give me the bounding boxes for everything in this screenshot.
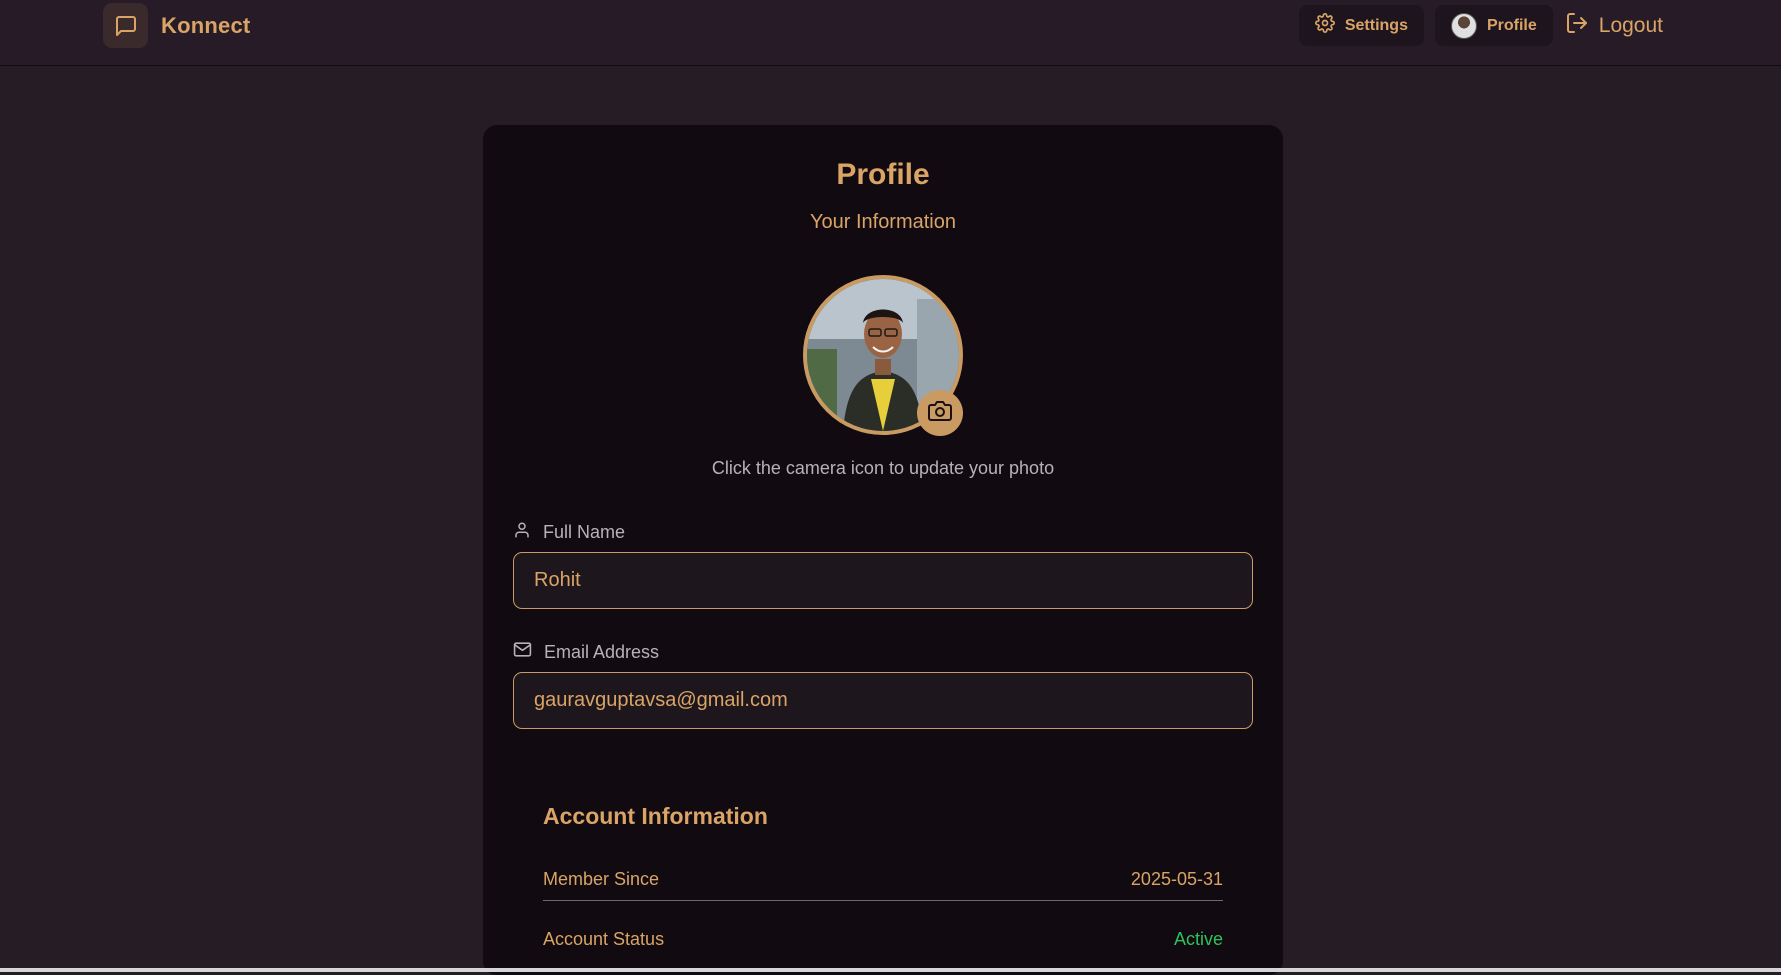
page-subtitle: Your Information (809, 211, 956, 233)
logout-icon (1565, 11, 1589, 41)
profile-card: Profile Your Information Click the camer… (483, 125, 1283, 975)
full-name-label: Full Name (513, 521, 625, 544)
camera-icon (928, 399, 952, 428)
camera-button[interactable] (917, 390, 963, 436)
status-badge: Active (1173, 928, 1223, 949)
member-since-value: 2025-05-31 (1130, 869, 1223, 889)
top-navbar: Konnect Settings Profile Logout (0, 0, 1781, 66)
mail-icon (513, 640, 532, 664)
user-icon (513, 521, 531, 544)
email-label: Email Address (513, 640, 659, 664)
member-since-row: Member Since 2025-05-31 (543, 859, 1223, 901)
email-field[interactable] (513, 672, 1253, 729)
brand[interactable]: Konnect (103, 3, 250, 48)
brand-name: Konnect (161, 12, 251, 38)
photo-hint: Click the camera icon to update your pho… (711, 458, 1055, 478)
gear-icon (1314, 13, 1335, 38)
full-name-field[interactable] (513, 552, 1253, 609)
settings-label: Settings (1344, 16, 1408, 34)
account-information-title: Account Information (543, 803, 768, 829)
logout-button[interactable]: Logout (1565, 11, 1663, 41)
profile-label: Profile (1486, 16, 1537, 34)
logout-label: Logout (1598, 13, 1663, 37)
full-name-label-text: Full Name (543, 522, 626, 542)
settings-button[interactable]: Settings (1298, 5, 1424, 46)
account-status-label: Account Status (543, 928, 665, 949)
profile-button[interactable]: Profile (1434, 5, 1553, 46)
profile-photo-container (803, 275, 965, 437)
message-square-icon (103, 3, 148, 48)
account-status-row: Account Status Active (543, 918, 1223, 960)
email-label-text: Email Address (544, 641, 660, 662)
horizontal-scrollbar[interactable] (0, 968, 1781, 972)
member-since-label: Member Since (543, 869, 660, 889)
avatar (1450, 12, 1477, 39)
nav-actions: Settings Profile Logout (1288, 5, 1663, 46)
page-title: Profile (836, 158, 930, 191)
